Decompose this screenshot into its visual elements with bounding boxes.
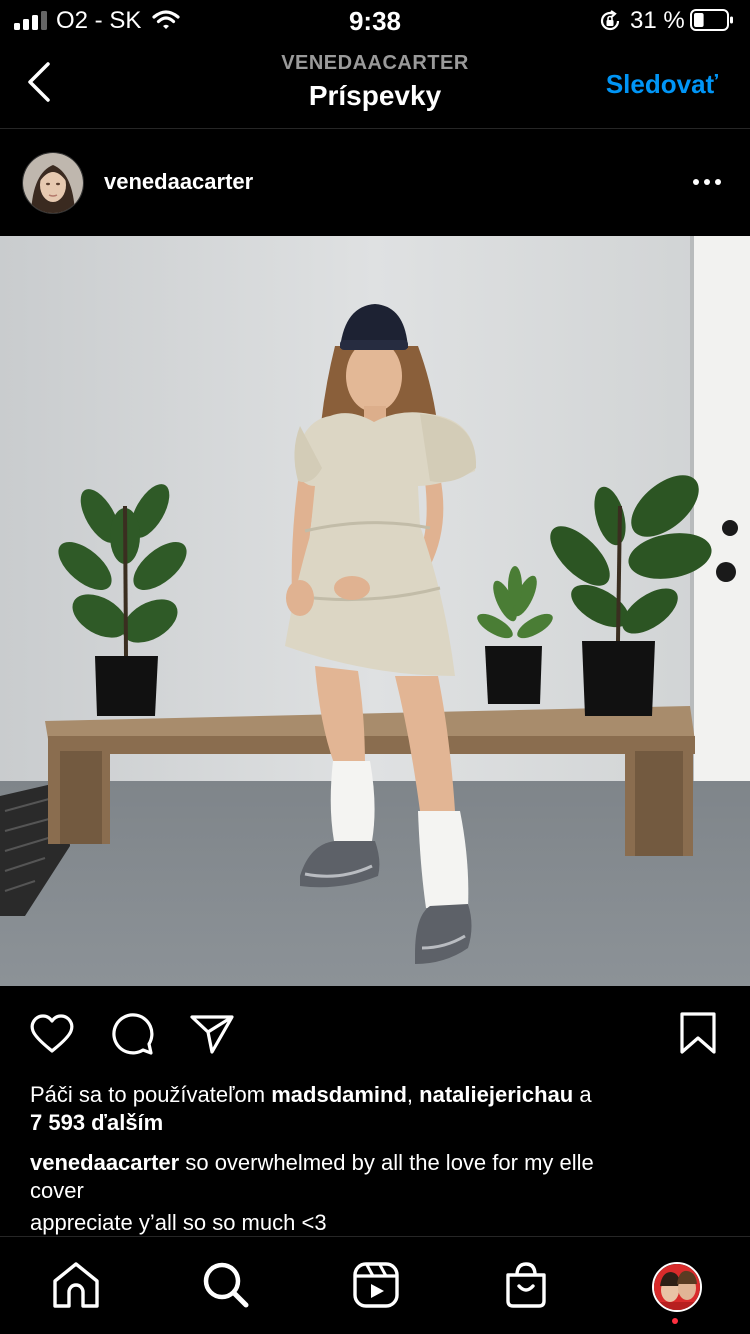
caption-text-line-3: appreciate y’all so so much <3 (30, 1210, 327, 1235)
caption-text-line-1: so overwhelmed by all the love for my el… (185, 1150, 594, 1175)
caption-username[interactable]: venedaacarter (30, 1150, 179, 1175)
likes-prefix: Páči sa to používateľom (30, 1082, 266, 1107)
battery-percentage: 31 % (630, 7, 685, 34)
home-icon[interactable] (50, 1259, 102, 1311)
tab-bar-divider (0, 1236, 750, 1237)
reels-icon[interactable] (350, 1259, 402, 1311)
post-username[interactable]: venedaacarter (104, 169, 253, 195)
bookmark-icon[interactable] (674, 1010, 722, 1058)
header-divider (0, 128, 750, 129)
notification-dot (672, 1318, 678, 1324)
follow-button[interactable]: Sledovať (606, 69, 718, 100)
orientation-lock-icon (600, 10, 620, 31)
caption-text-line-2: cover (30, 1178, 84, 1203)
more-horizontal-icon[interactable] (688, 170, 728, 194)
likes-text: Páči sa to používateľom madsdamind, nata… (30, 1081, 720, 1137)
likes-count[interactable]: 7 593 ďalším (30, 1110, 163, 1135)
profile-avatar[interactable] (652, 1262, 702, 1312)
liked-by-user-1[interactable]: madsdamind (271, 1082, 407, 1107)
share-icon[interactable] (188, 1010, 236, 1058)
liked-by-user-2[interactable]: nataliejerichau (419, 1082, 573, 1107)
post-photo[interactable] (0, 236, 750, 986)
post-caption: venedaacarter so overwhelmed by all the … (30, 1149, 720, 1237)
status-bar: O2 - SK 9:38 31 % (0, 0, 750, 44)
avatar[interactable] (22, 152, 84, 214)
comment-icon[interactable] (108, 1010, 156, 1058)
search-icon[interactable] (200, 1259, 252, 1311)
heart-icon[interactable] (28, 1010, 76, 1058)
likes-conjunction: a (579, 1082, 592, 1107)
battery-icon (690, 9, 733, 31)
likes-separator: , (406, 1082, 414, 1107)
shop-icon[interactable] (500, 1259, 552, 1311)
